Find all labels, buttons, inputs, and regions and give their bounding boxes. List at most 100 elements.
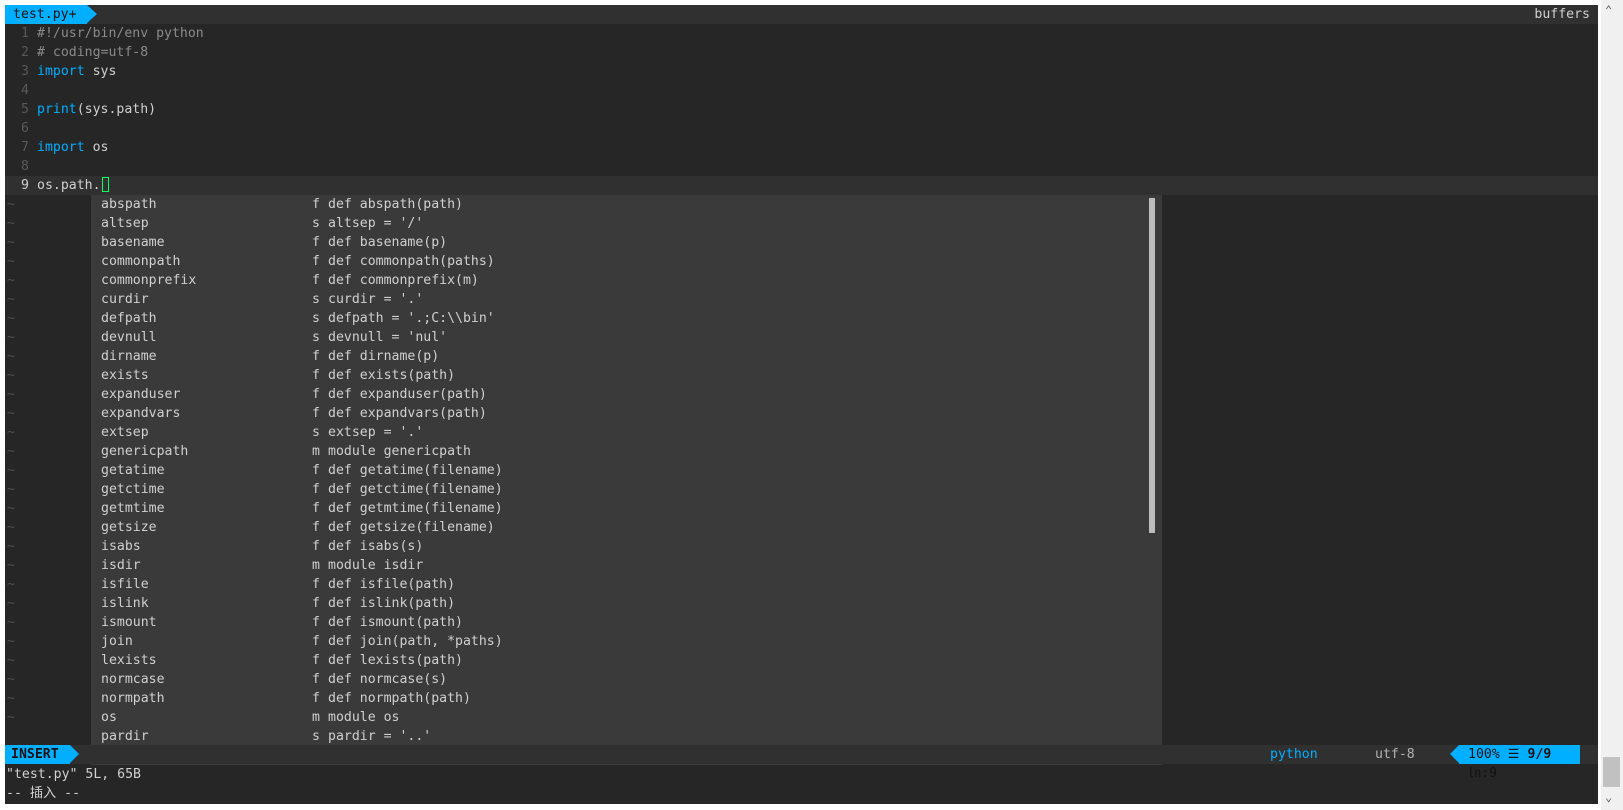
line-number: 6: [21, 121, 29, 136]
completion-signature: module genericpath: [328, 444, 471, 459]
empty-line-tilde: ~: [7, 634, 15, 649]
completion-word: getatime: [101, 463, 165, 478]
code-text: # coding=utf-8: [37, 43, 148, 62]
tab-label: test.py+: [13, 7, 77, 22]
completion-item[interactable]: normpath f def normpath(path): [91, 689, 1162, 708]
completion-item[interactable]: getmtime f def getmtime(filename): [91, 499, 1162, 518]
completion-item[interactable]: devnull s devnull = 'nul': [91, 328, 1162, 347]
completion-item[interactable]: extsep s extsep = '.': [91, 423, 1162, 442]
completion-kind: f: [312, 463, 320, 478]
code-line[interactable]: 3 import sys: [5, 62, 1598, 81]
completion-item[interactable]: basename f def basename(p): [91, 233, 1162, 252]
completion-kind: f: [312, 254, 320, 269]
completion-word: defpath: [101, 311, 157, 326]
completion-item[interactable]: isdir m module isdir: [91, 556, 1162, 575]
completion-item[interactable]: isfile f def isfile(path): [91, 575, 1162, 594]
completion-item[interactable]: curdir s curdir = '.': [91, 290, 1162, 309]
column-position: :9: [1481, 766, 1498, 781]
code-line[interactable]: 8: [5, 157, 1598, 176]
code-line[interactable]: 5 print(sys.path): [5, 100, 1598, 119]
completion-item[interactable]: genericpath m module genericpath: [91, 442, 1162, 461]
completion-item[interactable]: exists f def exists(path): [91, 366, 1162, 385]
completion-item[interactable]: getsize f def getsize(filename): [91, 518, 1162, 537]
completion-signature: def commonprefix(m): [328, 273, 479, 288]
completion-word: getsize: [101, 520, 157, 535]
completion-signature: def basename(p): [328, 235, 448, 250]
completion-word: genericpath: [101, 444, 189, 459]
code-line[interactable]: 4: [5, 81, 1598, 100]
completion-word: normpath: [101, 691, 165, 706]
empty-line-tilde: ~: [7, 710, 15, 725]
window-scrollbar-thumb[interactable]: [1603, 757, 1620, 787]
vim-window[interactable]: test.py+ buffers 1 #!/usr/bin/env python 2…: [5, 5, 1598, 804]
completion-kind: f: [312, 349, 320, 364]
completion-item[interactable]: islink f def islink(path): [91, 594, 1162, 613]
completion-signature: def exists(path): [328, 368, 456, 383]
empty-line-tilde: ~: [7, 197, 15, 212]
empty-line-tilde: ~: [7, 425, 15, 440]
completion-item[interactable]: normcase f def normcase(s): [91, 670, 1162, 689]
empty-line-tilde: ~: [7, 691, 15, 706]
completion-signature: def isfile(path): [328, 577, 456, 592]
completion-word: commonpath: [101, 254, 181, 269]
completion-kind: m: [312, 558, 320, 573]
completion-item[interactable]: defpath s defpath = '.;C:\\bin': [91, 309, 1162, 328]
completion-item[interactable]: expandvars f def expandvars(path): [91, 404, 1162, 423]
empty-line-tilde: ~: [7, 216, 15, 231]
completion-signature: devnull = 'nul': [328, 330, 448, 345]
window-scrollbar[interactable]: [1601, 0, 1623, 810]
code-text: import sys: [37, 62, 116, 81]
completion-item[interactable]: ismount f def ismount(path): [91, 613, 1162, 632]
cmdline-file-info: "test.py" 5L, 65B: [6, 767, 141, 782]
completion-item[interactable]: getatime f def getatime(filename): [91, 461, 1162, 480]
empty-line-tilde: ~: [7, 653, 15, 668]
completion-item[interactable]: expanduser f def expanduser(path): [91, 385, 1162, 404]
completion-word: isdir: [101, 558, 141, 573]
completion-item[interactable]: getctime f def getctime(filename): [91, 480, 1162, 499]
mode-separator-arrow: [70, 745, 79, 763]
code-line[interactable]: 7 import os: [5, 138, 1598, 157]
completion-word: expanduser: [101, 387, 181, 402]
completion-item[interactable]: commonprefix f def commonprefix(m): [91, 271, 1162, 290]
completion-signature: def normcase(s): [328, 672, 448, 687]
completion-word: normcase: [101, 672, 165, 687]
completion-word: commonprefix: [101, 273, 197, 288]
code-line[interactable]: 2 # coding=utf-8: [5, 43, 1598, 62]
completion-item[interactable]: pardir s pardir = '..': [91, 727, 1162, 746]
completion-signature: def getatime(filename): [328, 463, 503, 478]
completion-item[interactable]: lexists f def lexists(path): [91, 651, 1162, 670]
completion-item[interactable]: altsep s altsep = '/': [91, 214, 1162, 233]
code-content: sys: [84, 64, 117, 79]
text-cursor: [101, 177, 109, 192]
line-number: 2: [21, 45, 29, 60]
tab-test-py[interactable]: test.py+: [5, 5, 87, 24]
scroll-down-icon[interactable]: ⌄: [1605, 791, 1612, 803]
code-content: os.path.: [37, 178, 101, 193]
empty-line-tilde: ~: [7, 387, 15, 402]
completion-item[interactable]: abspath f def abspath(path): [91, 195, 1162, 214]
completion-kind: f: [312, 672, 320, 687]
completion-signature: extsep = '.': [328, 425, 424, 440]
code-line[interactable]: 1 #!/usr/bin/env python: [5, 24, 1598, 43]
percent-label: 100%: [1468, 747, 1500, 762]
completion-item[interactable]: os m module os: [91, 708, 1162, 727]
completion-kind: f: [312, 691, 320, 706]
empty-line-tilde: ~: [7, 558, 15, 573]
completion-item[interactable]: dirname f def dirname(p): [91, 347, 1162, 366]
completion-kind: s: [312, 330, 320, 345]
scroll-up-icon[interactable]: ⌃: [1605, 4, 1612, 16]
mode-label: INSERT: [11, 747, 59, 762]
column-icon: ㏑: [1468, 766, 1482, 781]
completion-item[interactable]: commonpath f def commonpath(paths): [91, 252, 1162, 271]
position-separator-arrow: [1450, 745, 1459, 763]
completion-item[interactable]: isabs f def isabs(s): [91, 537, 1162, 556]
tabline: test.py+ buffers: [5, 5, 1598, 24]
completion-word: devnull: [101, 330, 157, 345]
line-number: 8: [21, 159, 29, 174]
popup-scrollbar-thumb[interactable]: [1149, 198, 1155, 533]
completion-popup[interactable]: abspath f def abspath(path) altsep s altsep =…: [91, 195, 1162, 765]
line-position: 9/9: [1527, 747, 1552, 762]
code-line[interactable]: 6: [5, 119, 1598, 138]
code-line[interactable]: 9 os.path.: [5, 176, 1598, 195]
completion-item[interactable]: join f def join(path, *paths): [91, 632, 1162, 651]
